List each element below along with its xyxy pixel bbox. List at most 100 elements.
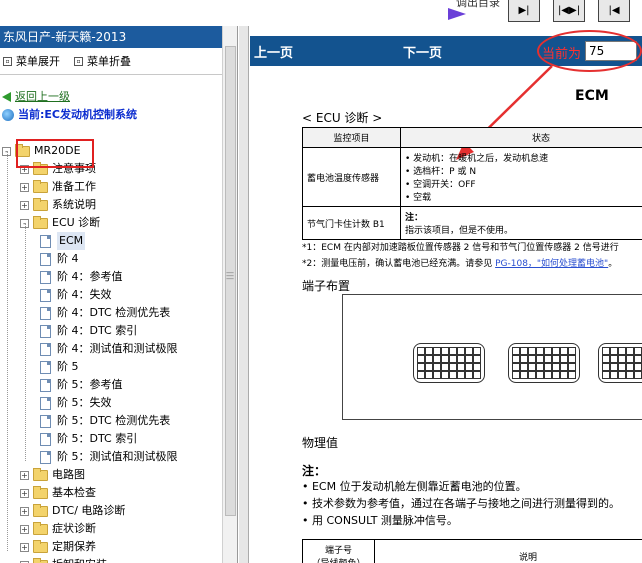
fit-page-button[interactable]: |◀▶| — [553, 0, 585, 22]
connector-diagram-3 — [598, 343, 642, 383]
tree-item-label: 阶 4：测试值和测试极限 — [57, 342, 178, 355]
collapse-icon: ▫ — [74, 56, 83, 66]
connector-pin — [465, 371, 473, 379]
expand-node-icon[interactable]: + — [20, 488, 29, 498]
expand-label: 菜单展开 — [16, 55, 60, 68]
document-icon — [40, 288, 51, 302]
expand-node-icon[interactable]: + — [20, 200, 29, 210]
tree-item-label: ECM — [57, 232, 86, 250]
connector-pin — [425, 371, 433, 379]
document-icon — [40, 270, 51, 284]
connector-pin — [602, 347, 610, 355]
back-link[interactable]: 返回上一级 — [2, 88, 70, 106]
connector-pin — [425, 363, 433, 371]
status-line: • 选档杆：P 或 N — [405, 167, 477, 177]
tree-item[interactable]: - ECU 诊断 — [20, 214, 100, 232]
document-icon — [40, 378, 51, 392]
expand-node-icon[interactable]: + — [20, 524, 29, 534]
connector-pin — [512, 355, 520, 363]
pane-splitter[interactable] — [239, 26, 249, 563]
document-icon — [40, 252, 51, 266]
tree-item[interactable]: 阶 4 — [40, 250, 79, 268]
monitor-table: 监控项目 状态 蓄电池温度传感器 • 发动机：在暖机之后，发动机怠速 • 选档杆… — [302, 127, 642, 240]
current-section-link[interactable]: 当前:EC发动机控制系统 — [2, 106, 137, 124]
connector-pin — [544, 347, 552, 355]
tree-item[interactable]: 阶 5：测试值和测试极限 — [40, 448, 178, 466]
current-section-label: 当前:EC发动机控制系统 — [18, 108, 137, 121]
connector-diagram-1 — [413, 343, 485, 383]
first-page-button[interactable]: |◀ — [598, 0, 630, 22]
folder-icon — [33, 485, 48, 499]
last-page-button[interactable]: ▶| — [508, 0, 540, 22]
connector-pin — [560, 347, 568, 355]
status-line: • 空载 — [405, 193, 432, 203]
expand-node-icon[interactable]: + — [20, 506, 29, 516]
vehicle-title: 东风日产-新天籁-2013 — [0, 26, 237, 48]
tree-item[interactable]: ECM — [40, 232, 86, 250]
document-icon — [40, 450, 51, 464]
connector-pin — [568, 355, 576, 363]
tree-item[interactable]: 阶 4：DTC 检测优先表 — [40, 304, 170, 322]
connector-pin — [457, 363, 465, 371]
tree-item[interactable]: + 症状诊断 — [20, 520, 96, 538]
document-icon — [40, 324, 51, 338]
note-bullet: • ECM 位于发动机舱左侧靠近蓄电池的位置。 — [302, 480, 527, 493]
connector-pin — [512, 347, 520, 355]
tree-item[interactable]: 阶 4：测试值和测试极限 — [40, 340, 178, 358]
status-line: 注： — [405, 213, 424, 223]
connector-pin — [417, 371, 425, 379]
connector-pin — [552, 347, 560, 355]
top-toolbar: 调出目录 ▶| |◀▶| |◀ — [0, 0, 642, 26]
tree-item[interactable]: + 基本检查 — [20, 484, 96, 502]
tree-item[interactable]: + 电路图 — [20, 466, 85, 484]
table-header-item: 监控项目 — [302, 127, 401, 148]
connector-pin — [544, 371, 552, 379]
tree-item[interactable]: + 定期保养 — [20, 538, 96, 556]
tree-item[interactable]: 阶 5 — [40, 358, 79, 376]
tree-item[interactable]: +拆卸和安装 — [20, 556, 107, 563]
tree-item[interactable]: + 系统说明 — [20, 196, 96, 214]
document-title: ECM — [575, 88, 609, 104]
connector-pin — [552, 363, 560, 371]
connector-pin — [568, 363, 576, 371]
expand-node-icon[interactable]: + — [20, 182, 29, 192]
connector-pin — [544, 355, 552, 363]
connector-pin — [425, 347, 433, 355]
connector-pin — [544, 363, 552, 371]
collapse-menu-button[interactable]: ▫ 菜单折叠 — [74, 53, 131, 69]
connector-pin — [634, 371, 642, 379]
connector-pin — [465, 355, 473, 363]
folder-icon — [33, 197, 48, 211]
expand-node-icon[interactable]: + — [20, 542, 29, 552]
expand-node-icon[interactable]: + — [20, 470, 29, 480]
connector-pin — [568, 347, 576, 355]
battery-handling-link[interactable]: PG-108，"如何处理蓄电池" — [495, 259, 608, 269]
tree-item[interactable]: 阶 5：DTC 索引 — [40, 430, 137, 448]
flag-icon — [448, 8, 466, 20]
tree-scrollbar[interactable]: — — — — [222, 26, 237, 563]
expand-icon: ▫ — [3, 56, 12, 66]
table-header-terminal: 端子号 （导线颜色） — [302, 539, 375, 563]
tree-item[interactable]: + 准备工作 — [20, 178, 96, 196]
pin-grid — [512, 347, 576, 379]
tree-item[interactable]: 阶 5：失效 — [40, 394, 112, 412]
connector-pin — [457, 347, 465, 355]
tree-item-label: 电路图 — [52, 468, 85, 481]
tree-item[interactable]: + DTC/ 电路诊断 — [20, 502, 125, 520]
tree-item[interactable]: 阶 4：参考值 — [40, 268, 123, 286]
tree-item[interactable]: 阶 5：参考值 — [40, 376, 123, 394]
navigation-pane: 东风日产-新天籁-2013 ▫ 菜单展开 ▫ 菜单折叠 返回上一级 当前:EC发… — [0, 26, 238, 563]
connector-pin — [449, 363, 457, 371]
tree-item-label: 系统说明 — [52, 198, 96, 211]
tree-item[interactable]: 阶 4：失效 — [40, 286, 112, 304]
tree-item[interactable]: 阶 4：DTC 索引 — [40, 322, 137, 340]
section-terminal-heading: 端子布置 — [302, 279, 351, 293]
connector-pin — [626, 355, 634, 363]
document-icon — [40, 306, 51, 320]
tree-item[interactable]: 阶 5：DTC 检测优先表 — [40, 412, 170, 430]
connector-diagram-2 — [508, 343, 580, 383]
table-cell-status: • 发动机：在暖机之后，发动机怠速 • 选档杆：P 或 N • 空调开关：OFF… — [400, 147, 642, 207]
expand-menu-button[interactable]: ▫ 菜单展开 — [3, 53, 60, 69]
pin-grid — [602, 347, 642, 379]
connector-pin — [618, 355, 626, 363]
